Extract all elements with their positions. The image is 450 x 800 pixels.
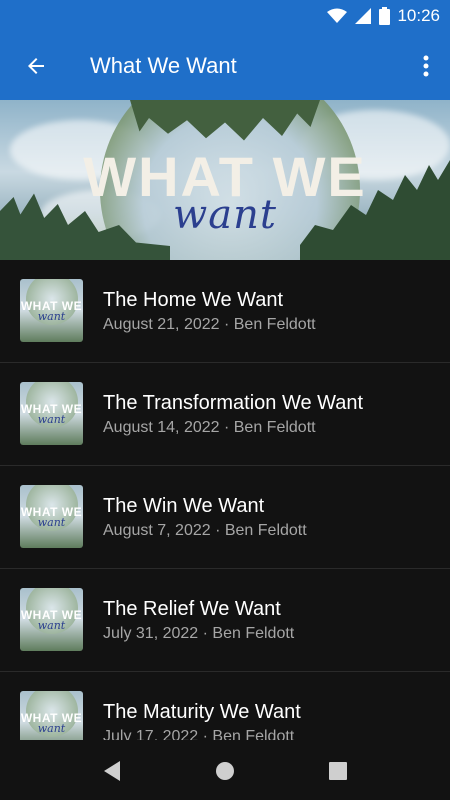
sermon-thumbnail: WHAT WE want bbox=[20, 588, 83, 651]
status-bar: 10:26 bbox=[0, 0, 450, 32]
arrow-back-icon bbox=[28, 58, 44, 74]
more-vert-icon bbox=[423, 55, 429, 77]
banner-script-title: want bbox=[173, 192, 277, 238]
sermon-meta: July 17, 2022 · Ben Feldott bbox=[103, 728, 295, 740]
page-title: What We Want bbox=[90, 53, 237, 78]
list-item[interactable]: WHAT WE want The Home We Want August 21, … bbox=[0, 260, 450, 363]
list-item[interactable]: WHAT WE want The Transformation We Want A… bbox=[0, 363, 450, 466]
battery-icon bbox=[379, 7, 390, 25]
circle-home-icon bbox=[216, 762, 234, 780]
back-button[interactable] bbox=[16, 46, 56, 86]
triangle-back-icon bbox=[104, 761, 120, 781]
list-item[interactable]: WHAT WE want The Maturity We Want July 17… bbox=[0, 672, 450, 740]
nav-recents-button[interactable] bbox=[325, 758, 351, 784]
system-navigation-bar bbox=[0, 740, 450, 800]
sermon-title: The Relief We Want bbox=[103, 598, 281, 620]
sermon-thumbnail: WHAT WE want bbox=[20, 382, 83, 445]
sermon-thumbnail: WHAT WE want bbox=[20, 691, 83, 740]
list-item[interactable]: WHAT WE want The Relief We Want July 31, … bbox=[0, 569, 450, 672]
sermon-meta: August 21, 2022 · Ben Feldott bbox=[103, 316, 316, 333]
sermon-title: The Transformation We Want bbox=[103, 392, 364, 414]
square-recents-icon bbox=[329, 762, 347, 780]
sermon-title: The Win We Want bbox=[103, 495, 265, 517]
sermon-meta: July 31, 2022 · Ben Feldott bbox=[103, 625, 295, 642]
sermon-title: The Home We Want bbox=[103, 289, 284, 311]
clock: 10:26 bbox=[397, 6, 440, 25]
sermon-thumbnail: WHAT WE want bbox=[20, 485, 83, 548]
sermon-meta: August 14, 2022 · Ben Feldott bbox=[103, 419, 316, 436]
sermon-meta: August 7, 2022 · Ben Feldott bbox=[103, 522, 307, 539]
cell-signal-icon bbox=[355, 8, 371, 24]
more-options-button[interactable] bbox=[416, 46, 436, 86]
nav-back-button[interactable] bbox=[99, 758, 125, 784]
app-bar: What We Want bbox=[0, 32, 450, 100]
nav-home-button[interactable] bbox=[212, 758, 238, 784]
sermon-list: WHAT WE want The Home We Want August 21, … bbox=[0, 260, 450, 740]
sermon-title: The Maturity We Want bbox=[103, 701, 301, 723]
series-banner: WHAT WE want bbox=[0, 100, 450, 260]
sermon-thumbnail: WHAT WE want bbox=[20, 279, 83, 342]
list-item[interactable]: WHAT WE want The Win We Want August 7, 20… bbox=[0, 466, 450, 569]
status-icons bbox=[327, 7, 390, 25]
wifi-icon bbox=[327, 8, 347, 23]
